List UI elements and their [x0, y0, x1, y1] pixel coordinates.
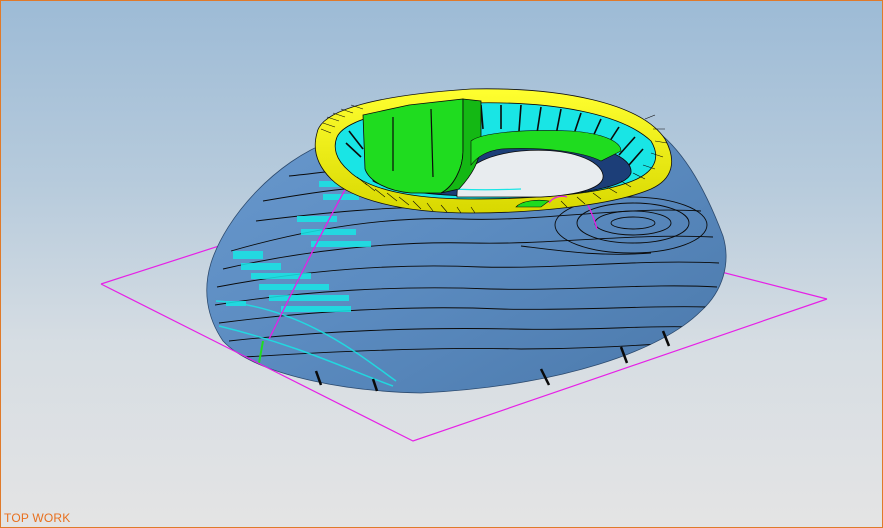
model-view[interactable]: [1, 1, 882, 527]
view-name-label: TOP WORK: [4, 511, 71, 525]
graphics-viewport[interactable]: TOP WORK: [0, 0, 883, 528]
